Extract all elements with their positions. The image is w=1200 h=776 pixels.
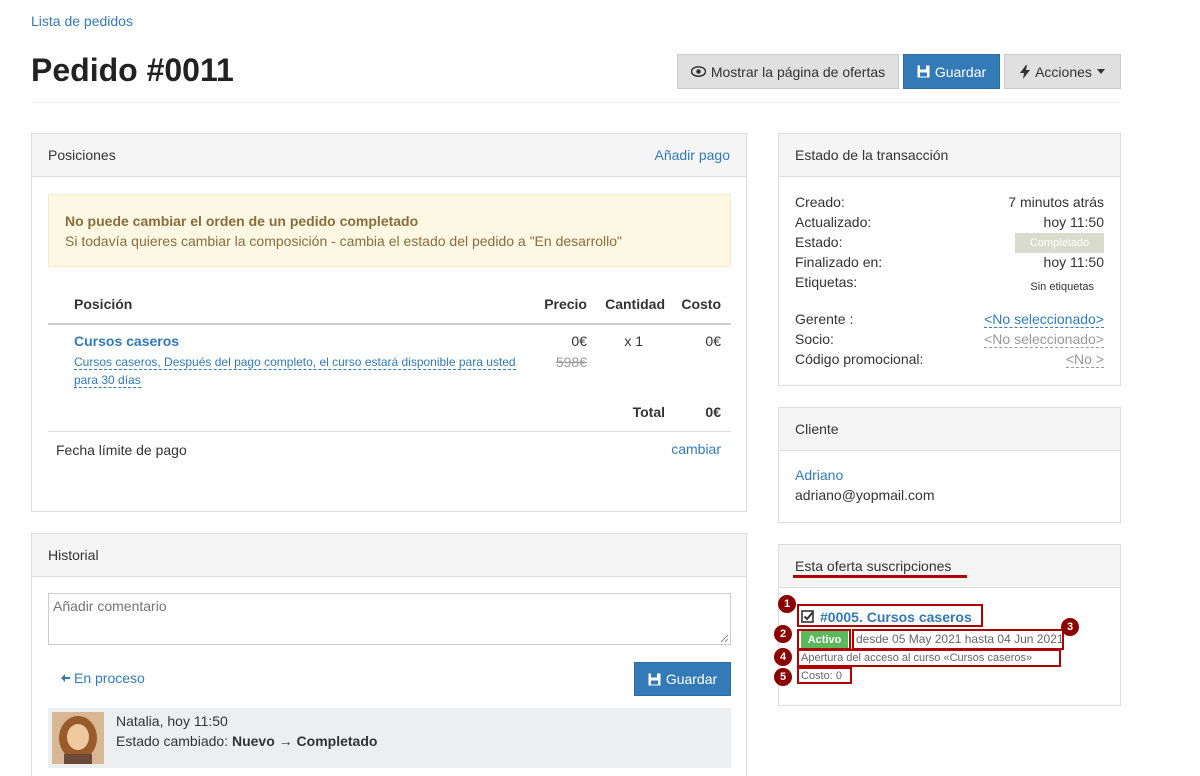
total-value: 0€ — [705, 404, 721, 420]
client-title: Cliente — [795, 421, 839, 437]
annotation-marker-1: 1 — [778, 595, 796, 613]
table-header-divider — [48, 323, 731, 325]
positions-panel: Posiciones Añadir pago No puede cambiar … — [31, 133, 747, 512]
client-name-link[interactable]: Adriano — [795, 467, 843, 483]
client-email: adriano@yopmail.com — [795, 487, 935, 503]
history-entry-author: Natalia — [116, 713, 160, 729]
completed-order-alert: No puede cambiar el orden de un pedido c… — [48, 194, 731, 267]
promo-label: Código promocional: — [795, 351, 924, 367]
finished-value: hoy 11:50 — [1043, 254, 1104, 270]
total-label: Total — [632, 404, 665, 420]
total-divider — [48, 431, 731, 432]
resize-handle-icon[interactable] — [719, 633, 729, 643]
item-description[interactable]: Cursos caseros, Después del pago complet… — [74, 353, 516, 389]
heading-underline-annotation — [793, 575, 967, 578]
item-name-link[interactable]: Cursos caseros — [74, 333, 179, 349]
promo-select[interactable]: <No > — [1065, 351, 1104, 368]
avatar — [52, 712, 104, 764]
annotation-box-2 — [797, 629, 851, 650]
item-old-price: 598€ — [555, 354, 587, 370]
comment-input[interactable] — [48, 593, 731, 645]
tags-label: Etiquetas: — [795, 274, 858, 290]
annotation-marker-5: 5 — [774, 668, 792, 686]
history-entry-time: hoy 11:50 — [167, 713, 228, 729]
alert-title: No puede cambiar el orden de un pedido c… — [65, 213, 419, 229]
client-heading: Cliente — [779, 408, 1120, 451]
history-save-label: Guardar — [665, 671, 718, 687]
annotation-marker-2: 2 — [774, 625, 792, 643]
manager-label: Gerente : — [795, 311, 854, 327]
history-entry-from: Nuevo — [231, 733, 275, 749]
partner-select[interactable]: <No seleccionado> — [984, 331, 1104, 348]
history-entry: Natalia, hoy 11:50 Estado cambiado: Nuev… — [48, 708, 731, 768]
actions-dropdown[interactable]: Acciones — [1004, 54, 1121, 89]
floppy-icon — [648, 673, 661, 685]
history-entry-prefix: Estado cambiado: — [116, 733, 229, 749]
finished-label: Finalizado en: — [795, 254, 883, 270]
history-title: Historial — [48, 547, 99, 563]
status-in-progress-link[interactable]: En proceso — [61, 670, 145, 686]
change-deadline-link[interactable]: cambiar — [671, 441, 721, 457]
annotation-marker-3: 3 — [1061, 618, 1079, 636]
show-offers-button[interactable]: Mostrar la página de ofertas — [677, 54, 899, 89]
transaction-heading: Estado de la transacción — [779, 134, 1120, 177]
subscriptions-panel: Esta oferta suscripciones #0005. Cursos … — [774, 544, 1121, 706]
status-badge: Completado — [1015, 233, 1104, 253]
positions-title: Posiciones — [48, 147, 116, 163]
save-label: Guardar — [934, 63, 987, 80]
client-panel: Cliente Adriano adriano@yopmail.com — [778, 407, 1121, 523]
status-label: Estado: — [795, 234, 843, 250]
transaction-title: Estado de la transacción — [795, 147, 949, 163]
column-quantity: Cantidad — [605, 296, 665, 312]
annotation-box-4 — [797, 649, 1061, 667]
show-offers-label: Mostrar la página de ofertas — [710, 63, 886, 80]
history-entry-meta: Natalia, hoy 11:50 — [116, 713, 228, 729]
save-button[interactable]: Guardar — [903, 54, 1000, 89]
subscriptions-title: Esta oferta suscripciones — [795, 558, 952, 574]
eye-icon — [690, 66, 706, 77]
manager-select[interactable]: <No seleccionado> — [984, 311, 1104, 328]
partner-label: Socio: — [795, 331, 834, 347]
item-quantity: x 1 — [624, 333, 643, 349]
payment-deadline-label: Fecha límite de pago — [56, 442, 187, 458]
positions-heading: Posiciones Añadir pago — [32, 134, 746, 177]
history-heading: Historial — [32, 534, 746, 577]
item-price: 0€ — [571, 333, 587, 349]
arrow-left-icon — [61, 674, 70, 682]
add-payment-link[interactable]: Añadir pago — [654, 147, 730, 163]
history-save-button[interactable]: Guardar — [634, 662, 731, 696]
subscriptions-heading: Esta oferta suscripciones — [779, 545, 1120, 588]
annotation-marker-4: 4 — [774, 648, 792, 666]
history-panel: Historial En proceso Guardar Natalia, ho… — [31, 533, 747, 776]
annotation-box-5 — [797, 667, 852, 684]
history-entry-to: Completado — [296, 733, 378, 749]
arrow-right-icon: → — [278, 733, 293, 749]
updated-value: hoy 11:50 — [1043, 214, 1104, 230]
caret-down-icon — [1096, 69, 1105, 74]
history-entry-text: Estado cambiado: Nuevo → Completado — [116, 733, 377, 749]
actions-label: Acciones — [1035, 63, 1092, 80]
column-cost: Costo — [681, 296, 721, 312]
item-cost: 0€ — [705, 333, 721, 349]
column-position: Posición — [74, 296, 133, 312]
breadcrumb-orders-list[interactable]: Lista de pedidos — [31, 13, 133, 29]
annotation-box-3 — [852, 629, 1064, 650]
created-label: Creado: — [795, 194, 845, 210]
title-divider — [31, 102, 1121, 103]
item-description-line1: Cursos caseros, Después del pago complet… — [74, 355, 516, 370]
updated-label: Actualizado: — [795, 214, 872, 230]
created-value: 7 minutos atrás — [1008, 194, 1104, 210]
item-description-line2: para 30 días — [74, 373, 141, 388]
alert-text: Si todavía quieres cambiar la composició… — [65, 233, 623, 249]
annotation-box-1 — [797, 604, 983, 627]
page-title: Pedido #0011 — [31, 52, 234, 88]
status-in-progress-label: En proceso — [74, 670, 145, 686]
tags-value: Sin etiquetas — [1030, 281, 1094, 293]
transaction-panel: Estado de la transacción Creado: 7 minut… — [778, 133, 1121, 386]
bolt-icon — [1020, 64, 1031, 79]
column-price: Precio — [544, 296, 587, 312]
floppy-icon — [917, 65, 930, 78]
